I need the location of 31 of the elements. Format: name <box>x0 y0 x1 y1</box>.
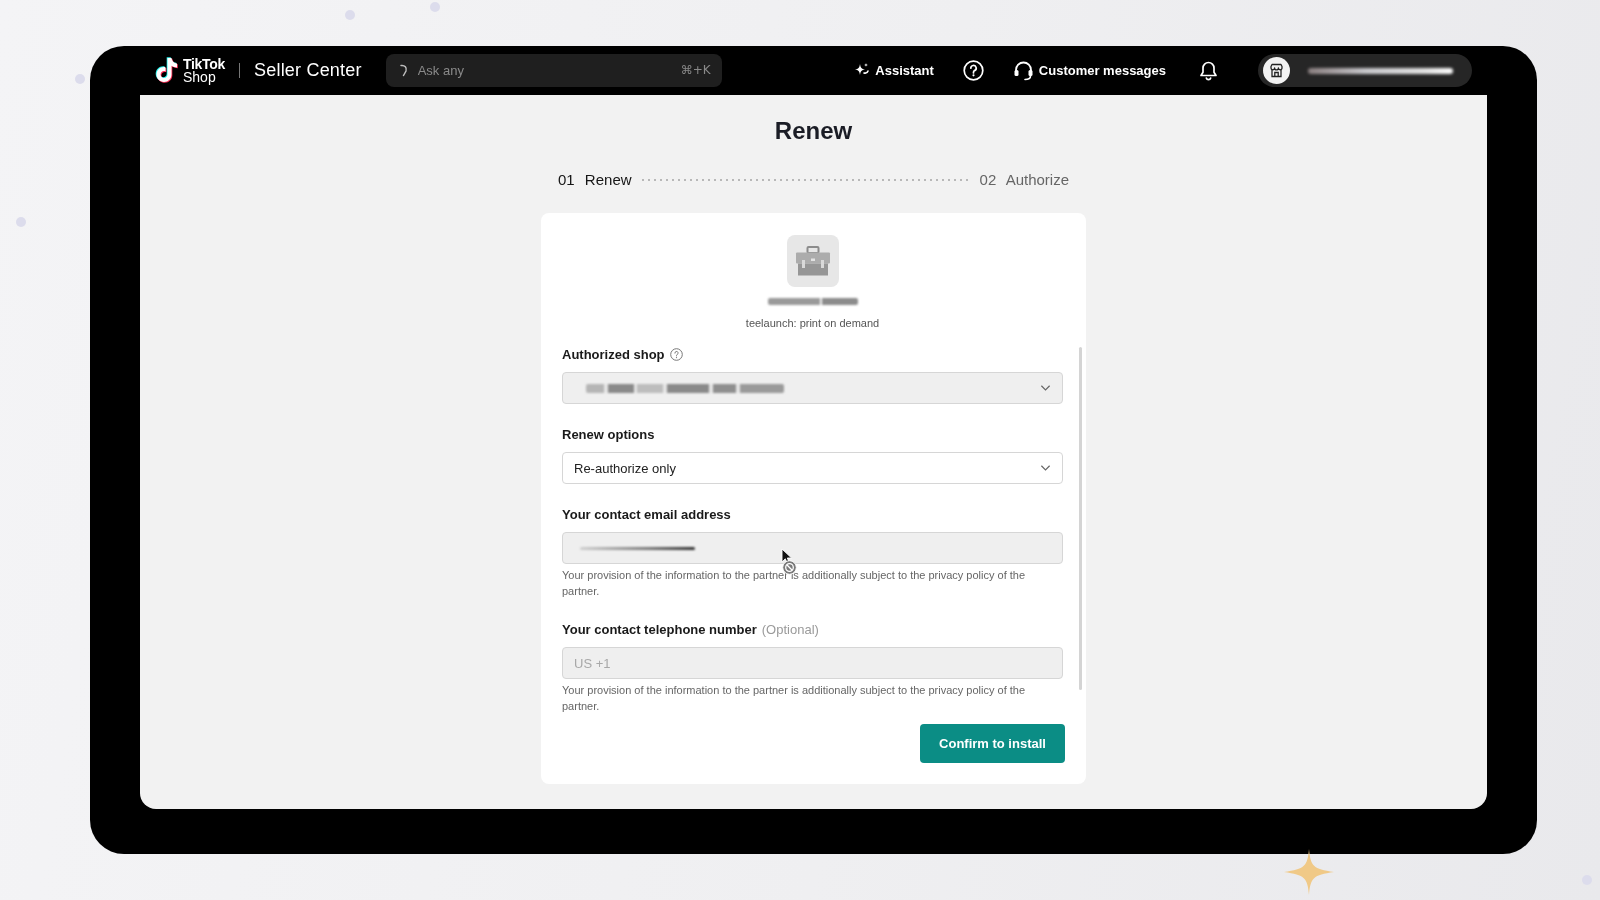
chevron-down-icon <box>1040 384 1051 392</box>
search-icon <box>399 64 409 77</box>
field-label: Renew options <box>562 426 655 442</box>
customer-messages-button[interactable]: Customer messages <box>1012 60 1166 81</box>
app-name: teelaunch: print on demand <box>745 316 880 330</box>
music-note-logo-icon <box>154 56 180 85</box>
optional-hint: (Optional) <box>761 621 819 637</box>
logo-subtitle: Shop <box>183 70 216 84</box>
helper-text: Your provision of the information to the partner is additionally subject to the privacy policy of the partner. <box>562 568 1027 599</box>
page-title: Renew <box>774 116 853 146</box>
chevron-down-icon <box>1040 464 1051 472</box>
decor-dot-icon <box>75 74 85 84</box>
logo-wordmark: TikTok <box>183 57 226 71</box>
step-indicator: 01 Renew <box>558 170 632 190</box>
confirm-install-button[interactable]: Confirm to install <box>920 724 1065 763</box>
product-title: Seller Center <box>254 60 362 81</box>
field-label: Authorized shop <box>562 346 665 362</box>
assistant-button[interactable]: Assistant <box>853 62 934 79</box>
store-icon <box>1263 57 1290 84</box>
scrollbar-thumb[interactable] <box>1079 347 1082 690</box>
dropdown-field[interactable]: Re-authorize only <box>562 452 1063 484</box>
step-indicator: 02 Authorize <box>979 170 1069 190</box>
helper-text: Your provision of the information to the partner is additionally subject to the privacy policy of the partner. <box>562 683 1027 714</box>
notification-bell-icon[interactable] <box>1198 60 1219 81</box>
shortcut-hint: ⌘+K <box>680 63 711 78</box>
account-switcher[interactable] <box>1258 54 1472 87</box>
briefcase-icon <box>786 235 839 287</box>
decor-dot-icon <box>16 217 26 227</box>
field-label: Your contact email address <box>562 506 731 522</box>
field-label: Your contact telephone number <box>562 621 757 637</box>
headset-icon <box>1012 60 1034 81</box>
